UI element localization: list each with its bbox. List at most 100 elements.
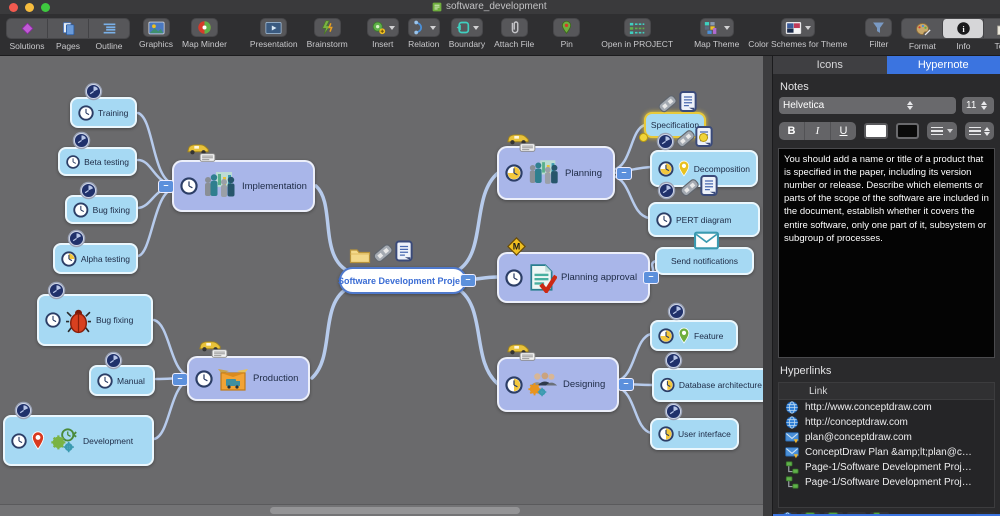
design-team-icon (527, 371, 559, 398)
tab-icons[interactable]: Icons (773, 56, 887, 74)
clock-icon (73, 202, 89, 218)
topic-production[interactable]: Production (187, 356, 310, 401)
relation-icon (412, 20, 427, 35)
scrollbar-thumb[interactable] (270, 507, 520, 514)
hyperlink-row[interactable]: http://www.conceptdraw.com (779, 400, 994, 415)
minimize-window-button[interactable] (25, 3, 34, 12)
attach-file-button[interactable]: Attach File (494, 18, 534, 49)
title-bar: software_development (0, 0, 1000, 14)
priority-m-icon (507, 237, 526, 256)
topic-designing[interactable]: Designing (497, 357, 619, 412)
topic-development[interactable]: Development (3, 415, 154, 466)
topic-bug-fixing-production[interactable]: Bug fixing (37, 294, 153, 346)
clock-badge-icon (84, 82, 103, 101)
topic-planning-approval[interactable]: Planning approval (497, 252, 650, 303)
underline-button[interactable]: U (831, 122, 856, 140)
notes-textarea[interactable]: You should add a name or title of a prod… (778, 148, 995, 358)
topic-folder-icon (996, 22, 1000, 36)
collapse-button-designing[interactable] (618, 378, 634, 391)
gears-icon (49, 428, 79, 453)
note-icon (700, 174, 718, 197)
solutions-label: Solutions (7, 41, 48, 51)
topic-planning[interactable]: Planning (497, 146, 615, 200)
topic-feature[interactable]: Feature (650, 320, 738, 351)
link-column-header[interactable]: Link (779, 383, 994, 400)
insert-button[interactable]: Insert (367, 18, 399, 49)
flowchart-page-icon (785, 461, 799, 474)
collapse-button-implementation[interactable] (158, 180, 174, 193)
document-icon (432, 2, 442, 12)
canvas-horizontal-scrollbar[interactable] (0, 504, 763, 516)
bold-button[interactable]: B (779, 122, 804, 140)
info-button[interactable] (942, 19, 983, 38)
collapse-button-central[interactable] (460, 274, 476, 287)
hyperlink-row[interactable]: http://conceptdraw.com (779, 415, 994, 430)
topic-alpha-testing[interactable]: Alpha testing (53, 243, 138, 274)
chevron-down-icon (724, 26, 730, 30)
topic-button[interactable] (983, 19, 1000, 38)
relation-button[interactable]: Relation (408, 18, 440, 49)
presentation-button[interactable]: Presentation (250, 18, 298, 49)
solutions-button[interactable] (7, 19, 47, 38)
selection-handle[interactable] (699, 133, 708, 142)
pages-button[interactable] (47, 19, 88, 38)
envelope-icon (694, 231, 719, 250)
font-size-select[interactable]: 11 (962, 97, 994, 114)
graphics-icon (148, 21, 165, 35)
tab-hypernote[interactable]: Hypernote (887, 56, 1000, 74)
canvas-vertical-scrollbar[interactable] (763, 56, 772, 516)
email-icon (785, 446, 799, 459)
hyperlink-row[interactable]: Page-1/Software Development Proj… (779, 460, 994, 475)
toolbar-group-views: Solutions Pages Outline (6, 18, 130, 51)
mindmap-canvas[interactable]: Software Development Project Implementat… (0, 56, 772, 516)
hyperlink-icon (675, 128, 696, 149)
format-button[interactable] (902, 19, 942, 38)
boundary-button[interactable]: Boundary (449, 18, 485, 49)
team-graphic-icon (527, 159, 561, 188)
hyperlink-row[interactable]: ConceptDraw Plan &amp;lt;plan@c… (779, 445, 994, 460)
collapse-button-production[interactable] (172, 373, 188, 386)
filter-button[interactable]: Filter (865, 18, 892, 49)
font-family-select[interactable]: Helvetica (779, 97, 956, 114)
topic-bug-fixing-implementation[interactable]: Bug fixing (65, 195, 138, 224)
alignment-button[interactable] (965, 122, 994, 140)
color-schemes-button[interactable]: Color Schemes for Theme (748, 18, 847, 49)
topic-beta-testing[interactable]: Beta testing (58, 147, 137, 176)
pin-button[interactable]: Pin (553, 18, 580, 49)
close-window-button[interactable] (9, 3, 18, 12)
note-icon (679, 90, 697, 113)
clock-icon (660, 377, 675, 393)
topic-implementation[interactable]: Implementation (172, 160, 315, 212)
brainstorm-button[interactable]: Brainstorm (307, 18, 348, 49)
outline-icon (102, 21, 117, 36)
chevron-down-icon (473, 26, 479, 30)
map-minder-button[interactable]: Map Minder (182, 18, 227, 49)
collapse-button-planning[interactable] (616, 167, 632, 180)
text-color-white-swatch[interactable] (864, 123, 888, 139)
hyperlink-row[interactable]: Page-1/Software Development Proj… (779, 475, 994, 490)
outline-button[interactable] (88, 19, 129, 38)
topic-database-architecture[interactable]: Database architecture (652, 368, 770, 402)
collapse-button-planning-approval[interactable] (643, 271, 659, 284)
text-style-group: B I U (779, 122, 856, 140)
open-in-project-button[interactable]: Open in PROJECT (601, 18, 673, 49)
list-style-button[interactable] (927, 122, 957, 140)
map-pin-icon (31, 431, 45, 450)
clock-badge-icon (67, 229, 86, 248)
graphics-button[interactable]: Graphics (139, 18, 173, 49)
clock-icon (505, 376, 523, 394)
topic-training[interactable]: Training (70, 97, 137, 128)
topic-central[interactable]: Software Development Project (339, 267, 467, 294)
hyperlink-icon (372, 242, 394, 264)
topic-user-interface[interactable]: User interface (650, 418, 739, 450)
italic-button[interactable]: I (805, 122, 830, 140)
map-theme-button[interactable]: Map Theme (694, 18, 739, 49)
toolbar: Solutions Pages Outline Graphics Map Min… (0, 14, 1000, 56)
topic-send-notifications[interactable]: Send notifications (655, 247, 754, 275)
selection-handle[interactable] (639, 133, 648, 142)
background-color-black-swatch[interactable] (896, 123, 920, 139)
clock-badge-icon (656, 132, 675, 151)
window-title: software_development (446, 1, 547, 12)
zoom-window-button[interactable] (41, 3, 50, 12)
hyperlink-row[interactable]: plan@conceptdraw.com (779, 430, 994, 445)
